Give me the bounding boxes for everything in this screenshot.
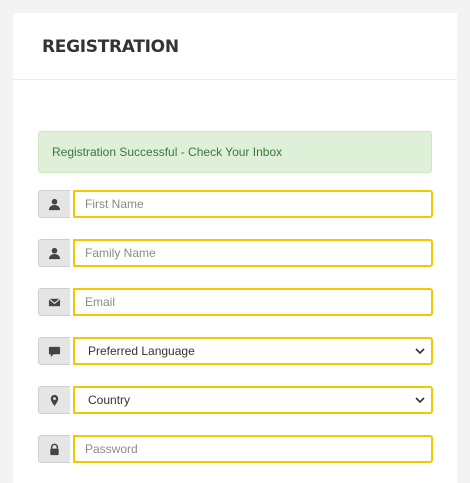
first-name-row bbox=[38, 190, 433, 218]
family-name-input[interactable] bbox=[73, 239, 433, 267]
email-row bbox=[38, 288, 433, 316]
lock-icon bbox=[38, 435, 70, 463]
language-row: Preferred Language bbox=[38, 337, 433, 365]
family-name-row bbox=[38, 239, 433, 267]
country-select-wrap: Country bbox=[73, 386, 433, 414]
map-marker-icon bbox=[38, 386, 70, 414]
comment-icon bbox=[38, 337, 70, 365]
first-name-input[interactable] bbox=[73, 190, 433, 218]
country-row: Country bbox=[38, 386, 433, 414]
country-select[interactable]: Country bbox=[73, 386, 433, 414]
language-select[interactable]: Preferred Language bbox=[73, 337, 433, 365]
success-alert: Registration Successful - Check Your Inb… bbox=[38, 131, 432, 173]
email-input[interactable] bbox=[73, 288, 433, 316]
password-input[interactable] bbox=[73, 435, 433, 463]
registration-card: REGISTRATION Registration Successful - C… bbox=[13, 13, 457, 483]
card-header: REGISTRATION bbox=[13, 13, 457, 80]
user-icon bbox=[38, 239, 70, 267]
envelope-icon bbox=[38, 288, 70, 316]
page-title: REGISTRATION bbox=[42, 37, 179, 57]
user-icon bbox=[38, 190, 70, 218]
password-row bbox=[38, 435, 433, 463]
language-select-wrap: Preferred Language bbox=[73, 337, 433, 365]
